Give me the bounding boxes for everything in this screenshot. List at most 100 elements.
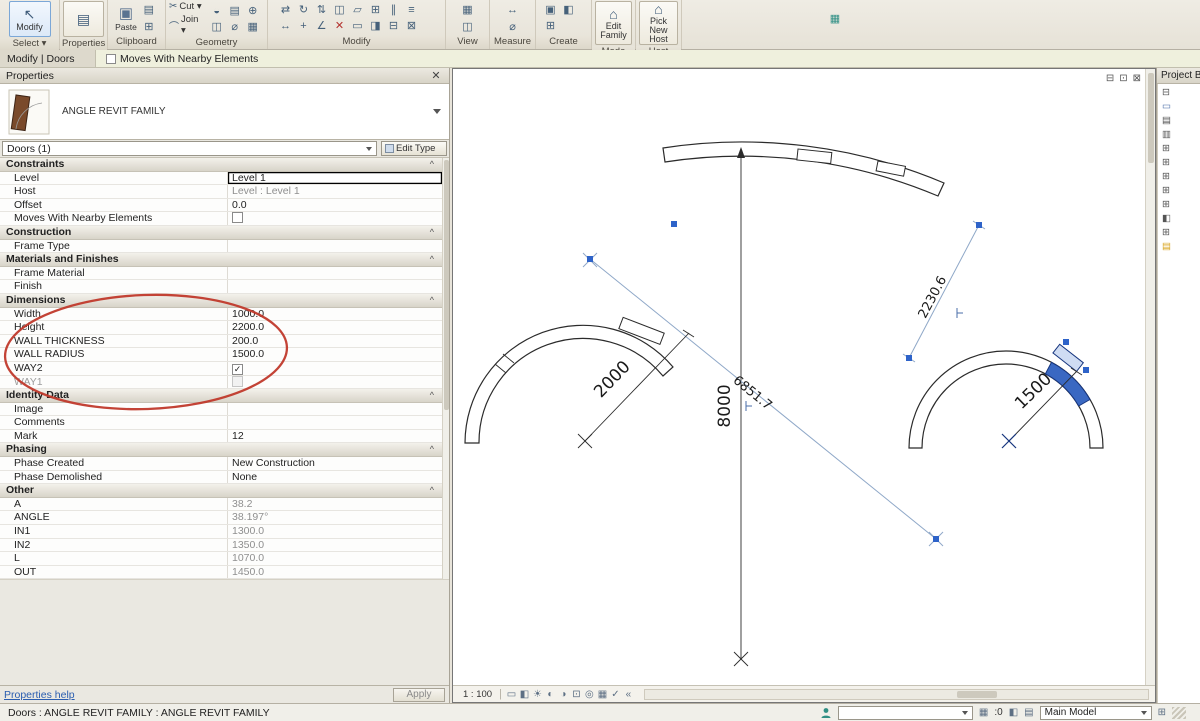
property-row[interactable]: ANGLE 38.197°: [0, 511, 442, 525]
view-scale-button[interactable]: 1 : 100: [459, 689, 496, 700]
panel-label-select[interactable]: Select ▾: [0, 38, 59, 50]
tree-node[interactable]: ◧: [1162, 213, 1200, 227]
property-value[interactable]: 1450.0: [228, 566, 442, 579]
property-row[interactable]: Offset 0.0: [0, 199, 442, 213]
property-value[interactable]: [228, 416, 442, 429]
create-tool-icon[interactable]: ◧: [560, 2, 578, 18]
view-control-icon[interactable]: ⊡: [570, 689, 583, 700]
property-value[interactable]: 38.2: [228, 498, 442, 511]
pick-new-host-button[interactable]: ⌂ Pick New Host: [639, 1, 678, 45]
dimension-8000[interactable]: 8000: [715, 147, 752, 666]
property-value[interactable]: [228, 403, 442, 416]
property-row[interactable]: WALL RADIUS 1500.0: [0, 348, 442, 362]
property-value[interactable]: [228, 240, 442, 253]
modify-tool-icon[interactable]: ↻: [295, 2, 313, 18]
panel-label-clipboard[interactable]: Clipboard: [108, 36, 165, 49]
property-row[interactable]: Height 2200.0: [0, 321, 442, 335]
status-icon[interactable]: ▦: [979, 707, 988, 718]
property-row[interactable]: IN1 1300.0: [0, 525, 442, 539]
tree-node[interactable]: ⊟: [1162, 87, 1200, 101]
tree-node[interactable]: ▭: [1162, 101, 1200, 115]
property-value[interactable]: 38.197°: [228, 511, 442, 524]
geometry-tool-icon[interactable]: ⌀: [226, 19, 244, 35]
tree-node[interactable]: ⊞: [1162, 143, 1200, 157]
panel-label-measure[interactable]: Measure: [490, 36, 535, 49]
scrollbar-thumb[interactable]: [444, 160, 449, 410]
workset-dropdown[interactable]: [838, 706, 973, 720]
property-value[interactable]: [228, 376, 442, 389]
edit-type-button[interactable]: Edit Type: [381, 141, 447, 156]
tree-node[interactable]: ⊞: [1162, 227, 1200, 241]
view-control-icon[interactable]: ✓: [609, 689, 622, 700]
paste-button[interactable]: ▣ Paste: [115, 4, 137, 32]
modify-tool-button[interactable]: ↖ Modify: [9, 1, 51, 37]
modify-tool-icon[interactable]: ▱: [349, 2, 367, 18]
property-row[interactable]: Materials and Finishes: [0, 253, 442, 267]
property-value[interactable]: Level : Level 1: [228, 185, 442, 198]
view-control-icon[interactable]: ◐: [544, 689, 557, 700]
modify-tool-icon[interactable]: ✕: [331, 18, 349, 34]
property-value[interactable]: 1350.0: [228, 539, 442, 552]
property-row[interactable]: A 38.2: [0, 498, 442, 512]
geometry-tool-icon[interactable]: ◫: [208, 19, 226, 35]
checkbox-icon[interactable]: [106, 54, 116, 64]
property-value[interactable]: Level 1: [228, 172, 442, 185]
worksharing-icon[interactable]: [820, 707, 832, 719]
tree-node[interactable]: ⊞: [1162, 171, 1200, 185]
property-row[interactable]: Constraints: [0, 158, 442, 172]
view-control-icon[interactable]: «: [622, 689, 635, 700]
modify-tool-icon[interactable]: ▭: [349, 18, 367, 34]
modify-tool-icon[interactable]: ⊞: [367, 2, 385, 18]
modify-tool-icon[interactable]: ≡: [403, 2, 421, 18]
view-control-icon[interactable]: ◑: [557, 689, 570, 700]
property-row[interactable]: Phasing: [0, 443, 442, 457]
property-value[interactable]: 1500.0: [228, 348, 442, 361]
property-row[interactable]: IN2 1350.0: [0, 539, 442, 553]
apply-button[interactable]: Apply: [393, 688, 445, 702]
misc-ribbon-icon[interactable]: ▦: [828, 12, 842, 26]
type-selector-dropdown[interactable]: Doors (1): [2, 141, 377, 156]
measure-tool-icon[interactable]: ⌀: [504, 19, 522, 35]
view-control-icon[interactable]: ▦: [596, 689, 609, 700]
type-preview[interactable]: ANGLE REVIT FAMILY: [0, 84, 449, 140]
property-value[interactable]: [228, 280, 442, 293]
drawing-horizontal-scrollbar[interactable]: [644, 689, 1149, 700]
clipboard-tool-icon[interactable]: ⊞: [140, 19, 158, 35]
property-row[interactable]: Phase Demolished None: [0, 471, 442, 485]
chevron-down-icon[interactable]: [433, 109, 441, 114]
cut-geometry-button[interactable]: ✂ Cut ▾: [169, 1, 205, 12]
view-control-icon[interactable]: ◧: [518, 689, 531, 700]
panel-label-view[interactable]: View: [446, 36, 489, 49]
property-row[interactable]: Level Level 1: [0, 172, 442, 186]
drawing-canvas[interactable]: ⊟ ⊡ ⊠ 8000: [452, 68, 1156, 703]
join-geometry-button[interactable]: ⌒ Join ▾: [169, 14, 205, 36]
property-value[interactable]: 1300.0: [228, 525, 442, 538]
property-value[interactable]: 12: [228, 430, 442, 443]
property-value[interactable]: 0.0: [228, 199, 442, 212]
property-row[interactable]: Moves With Nearby Elements: [0, 212, 442, 226]
geometry-tool-icon[interactable]: ◒: [208, 3, 226, 19]
property-value[interactable]: [228, 362, 442, 375]
property-row[interactable]: Mark 12: [0, 430, 442, 444]
property-row[interactable]: Image: [0, 403, 442, 417]
create-tool-icon[interactable]: ▣: [542, 2, 560, 18]
modify-tool-icon[interactable]: ⇅: [313, 2, 331, 18]
panel-label-properties[interactable]: Properties: [60, 38, 107, 50]
measure-tool-icon[interactable]: ↔: [504, 2, 522, 18]
property-value[interactable]: New Construction: [228, 457, 442, 470]
properties-help-link[interactable]: Properties help: [4, 689, 75, 701]
property-row[interactable]: Frame Type: [0, 240, 442, 254]
status-icon[interactable]: ▤: [1024, 707, 1033, 718]
property-row[interactable]: Identity Data: [0, 389, 442, 403]
property-row[interactable]: Finish: [0, 280, 442, 294]
modify-tool-icon[interactable]: ⊠: [403, 18, 421, 34]
plan-view[interactable]: 8000 6851.7 22: [453, 71, 1147, 687]
dimension-6851[interactable]: 6851.7: [583, 221, 943, 546]
properties-palette-button[interactable]: ▤: [63, 1, 104, 37]
view-control-icon[interactable]: ▭: [505, 689, 518, 700]
property-row[interactable]: WALL THICKNESS 200.0: [0, 335, 442, 349]
tree-node[interactable]: ▥: [1162, 129, 1200, 143]
design-option-dropdown[interactable]: Main Model: [1040, 706, 1152, 720]
view-control-icon[interactable]: ◎: [583, 689, 596, 700]
moves-with-nearby-checkbox[interactable]: Moves With Nearby Elements: [106, 53, 258, 65]
